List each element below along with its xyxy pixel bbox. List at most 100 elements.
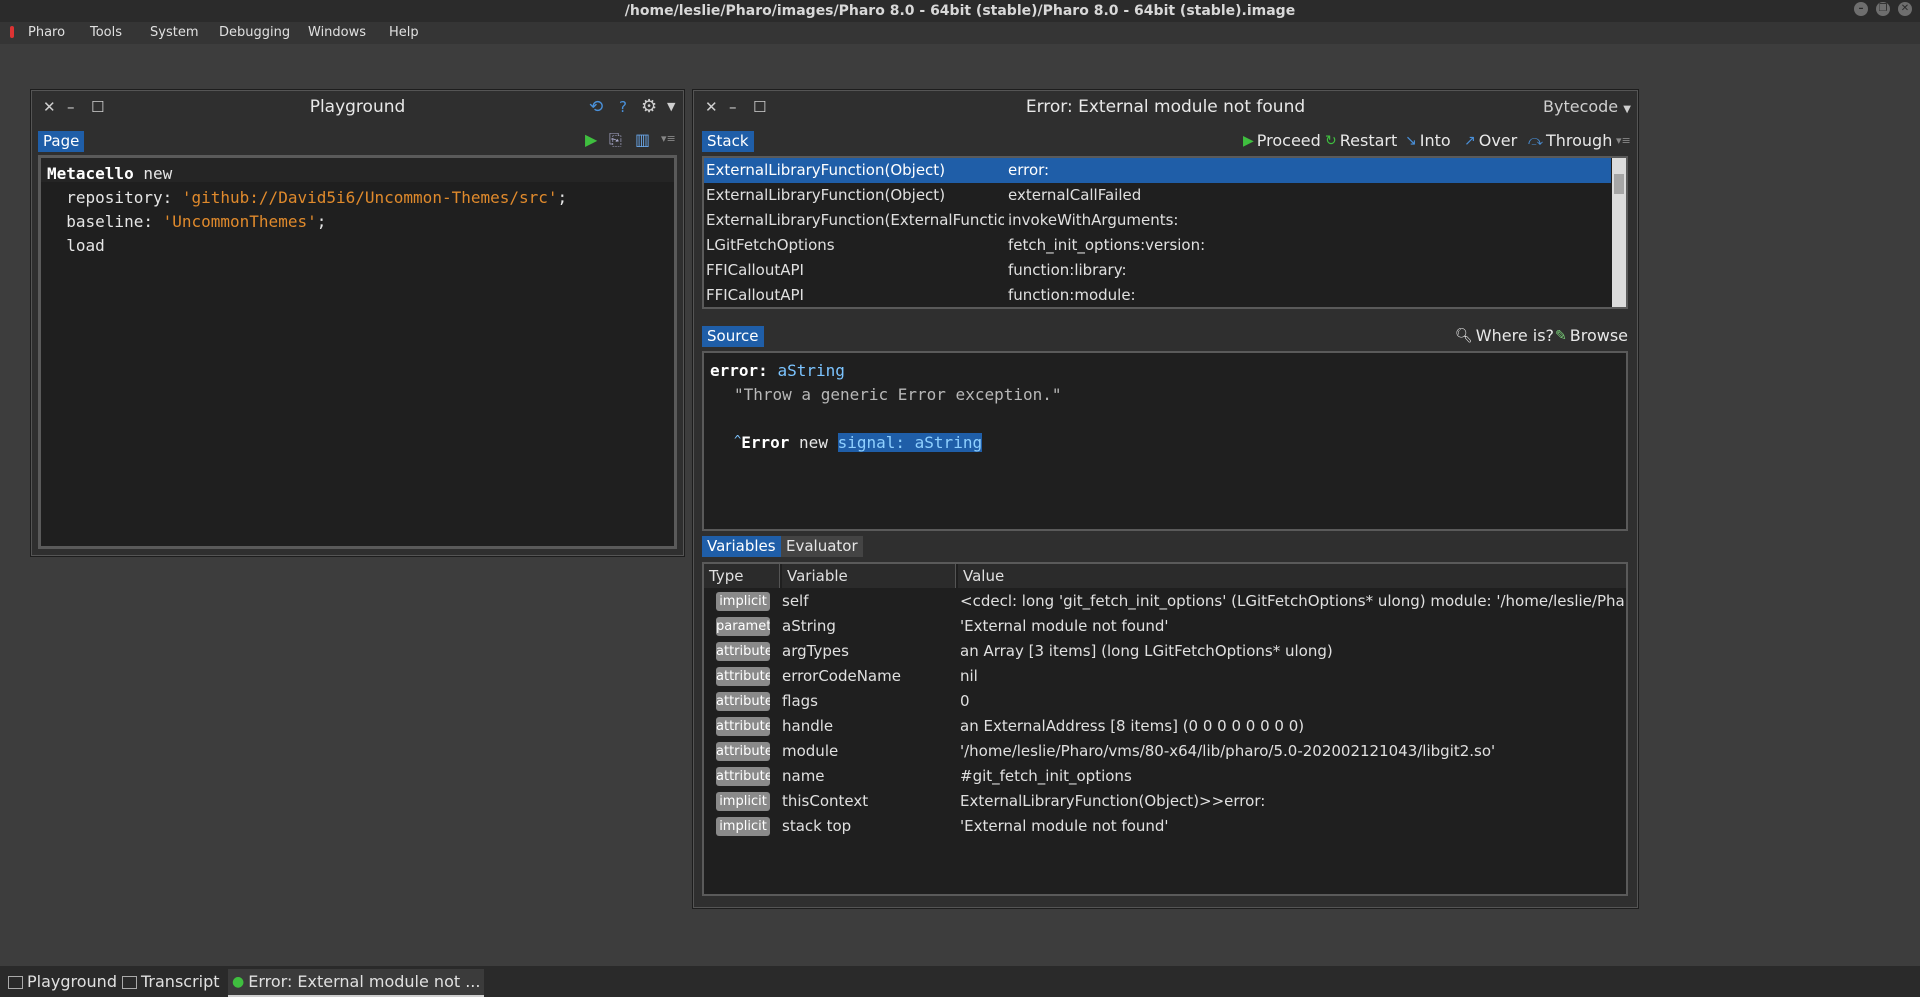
variable-row[interactable]: attribute errorCodeName nil — [704, 664, 1626, 689]
menu-windows[interactable]: Windows — [308, 22, 366, 44]
stack-frame-row[interactable]: FFICalloutAPI function:library: — [704, 258, 1611, 283]
task-label: Playground — [27, 972, 117, 991]
stack-frame-class: FFICalloutAPI — [706, 286, 804, 304]
source-error-class: Error — [741, 433, 790, 452]
window-icon — [122, 975, 137, 989]
column-variable[interactable]: Variable — [782, 564, 956, 588]
step-over-icon: ↗ — [1464, 132, 1476, 149]
stack-frame-selector: fetch_init_options:version: — [1008, 236, 1206, 254]
panel-menu-icon[interactable]: ▾≡ — [1616, 134, 1631, 147]
code-line-3: baseline: 'UncommonThemes'; — [47, 212, 326, 231]
stack-frame-row[interactable]: FFICalloutAPI function:module: — [704, 283, 1611, 307]
variable-row[interactable]: attribute flags 0 — [704, 689, 1626, 714]
playground-editor[interactable]: Metacello new repository: 'github://Davi… — [38, 155, 677, 549]
variable-value: an ExternalAddress [8 items] (0 0 0 0 0 … — [960, 717, 1305, 735]
magnifier-icon: 🔍︎ — [1455, 327, 1473, 344]
variable-row[interactable]: attribute module '/home/leslie/Pharo/vms/8… — [704, 739, 1626, 764]
task-label: Transcript — [141, 972, 220, 991]
code-message: new — [133, 164, 173, 183]
code-keyword: repository: — [47, 188, 182, 207]
tab-page[interactable]: Page — [38, 131, 85, 152]
bytecode-label: Bytecode — [1543, 97, 1619, 116]
variable-row[interactable]: attribute name #git_fetch_init_options — [704, 764, 1626, 789]
variable-row[interactable]: implicit thisContext ExternalLibraryFuncti… — [704, 789, 1626, 814]
menu-tools[interactable]: Tools — [90, 22, 122, 44]
task-transcript[interactable]: Transcript — [118, 969, 224, 995]
export-icon[interactable]: ⎘ — [609, 130, 622, 150]
stack-frame-class: LGitFetchOptions — [706, 236, 835, 254]
close-icon[interactable]: ✕ — [1898, 2, 1912, 16]
through-button[interactable]: ⤼ Through — [1528, 131, 1612, 150]
into-button[interactable]: ↘ Into — [1405, 131, 1451, 150]
task-playground[interactable]: Playground — [4, 969, 121, 995]
playground-window: ✕ – ☐ Playground ⟲ ? ⚙ ▼ Page ▶ ⎘ ▥ ▾≡ M… — [30, 89, 685, 557]
menu-system[interactable]: System — [150, 22, 198, 44]
stack-frame-class: ExternalLibraryFunction(Object) — [706, 161, 946, 179]
browse-label: Browse — [1569, 326, 1628, 345]
bytecode-dropdown[interactable]: Bytecode ▼ — [1543, 90, 1631, 124]
variable-row[interactable]: attribute handle an ExternalAddress [8 ite… — [704, 714, 1626, 739]
run-icon[interactable]: ▶ — [585, 130, 597, 149]
variable-name: argTypes — [782, 642, 849, 660]
scrollbar-thumb[interactable] — [1614, 174, 1624, 194]
stack-frame-row[interactable]: ExternalLibraryFunction(Object) error: — [704, 158, 1611, 183]
source-highlight: signal: aString — [837, 433, 983, 452]
source-argument: aString — [777, 361, 845, 380]
variable-name: thisContext — [782, 792, 869, 810]
code-keyword: baseline: — [47, 212, 163, 231]
stack-list[interactable]: ExternalLibraryFunction(Object) error: Ext… — [702, 156, 1628, 309]
tab-source[interactable]: Source — [702, 326, 764, 347]
column-type[interactable]: Type — [704, 564, 780, 588]
variable-value: ExternalLibraryFunction(Object)>>error: — [960, 792, 1266, 810]
column-value[interactable]: Value — [958, 564, 1626, 588]
play-icon: ▶ — [1243, 132, 1254, 149]
variable-type-badge: attribute — [716, 642, 770, 661]
menu-pharo[interactable]: Pharo — [28, 22, 65, 44]
proceed-button[interactable]: ▶ Proceed — [1243, 131, 1321, 150]
variable-name: aString — [782, 617, 836, 635]
stack-frame-row[interactable]: ExternalLibraryFunction(Object) externalC… — [704, 183, 1611, 208]
task-debugger[interactable]: ● Error: External module not ... — [228, 969, 485, 997]
task-label: Error: External module not ... — [248, 972, 481, 991]
refresh-icon[interactable]: ⟲ — [589, 90, 603, 124]
variable-type-badge: implicit — [716, 792, 770, 811]
through-label: Through — [1545, 131, 1613, 150]
variable-type-badge: parameter — [716, 617, 770, 636]
tab-evaluator[interactable]: Evaluator — [781, 536, 863, 557]
browse-button[interactable]: ✎ Browse — [1555, 326, 1628, 345]
stack-frame-selector: externalCallFailed — [1008, 186, 1142, 204]
where-is-button[interactable]: 🔍︎ Where is? — [1455, 326, 1554, 345]
stack-scrollbar[interactable] — [1612, 158, 1626, 307]
restart-button[interactable]: ↻ Restart — [1325, 131, 1397, 150]
stack-frame-row[interactable]: LGitFetchOptions fetch_init_options:versi… — [704, 233, 1611, 258]
stack-frame-selector: error: — [1008, 161, 1050, 179]
maximize-icon[interactable]: ❐ — [1876, 2, 1890, 16]
code-line-4: load — [47, 236, 105, 255]
stack-frame-row[interactable]: ExternalLibraryFunction(ExternalFunction… — [704, 208, 1611, 233]
chevron-down-icon[interactable]: ▼ — [667, 90, 675, 124]
minimize-icon[interactable]: – — [1854, 2, 1868, 16]
source-editor[interactable]: error: aString "Throw a generic Error ex… — [702, 351, 1628, 531]
gear-icon[interactable]: ⚙ — [641, 90, 657, 124]
stack-frame-class: FFICalloutAPI — [706, 261, 804, 279]
menu-debugging[interactable]: Debugging — [219, 22, 290, 44]
layout-icon[interactable]: ▥ — [635, 130, 650, 149]
tab-stack[interactable]: Stack — [702, 131, 754, 152]
chevron-down-icon: ▼ — [1623, 104, 1631, 115]
variable-row[interactable]: implicit stack top 'External module not fo… — [704, 814, 1626, 839]
source-comment: "Throw a generic Error exception." — [734, 385, 1062, 404]
stack-frame-class: ExternalLibraryFunction(ExternalFunction — [706, 211, 1004, 229]
into-label: Into — [1419, 131, 1451, 150]
variable-row[interactable]: implicit self <cdecl: long 'git_fetch_init… — [704, 589, 1626, 614]
menu-help[interactable]: Help — [389, 22, 419, 44]
variable-row[interactable]: attribute argTypes an Array [3 items] (lon… — [704, 639, 1626, 664]
variables-table[interactable]: Type Variable Value implicit self <cdecl: … — [702, 562, 1628, 896]
step-through-icon: ⤼ — [1528, 132, 1543, 149]
help-icon[interactable]: ? — [619, 90, 627, 124]
variable-row[interactable]: parameter aString 'External module not fou… — [704, 614, 1626, 639]
panel-menu-icon[interactable]: ▾≡ — [661, 132, 676, 145]
stack-frame-selector: function:module: — [1008, 286, 1136, 304]
tab-variables[interactable]: Variables — [702, 536, 781, 557]
over-button[interactable]: ↗ Over — [1464, 131, 1517, 150]
variable-type-badge: attribute — [716, 667, 770, 686]
